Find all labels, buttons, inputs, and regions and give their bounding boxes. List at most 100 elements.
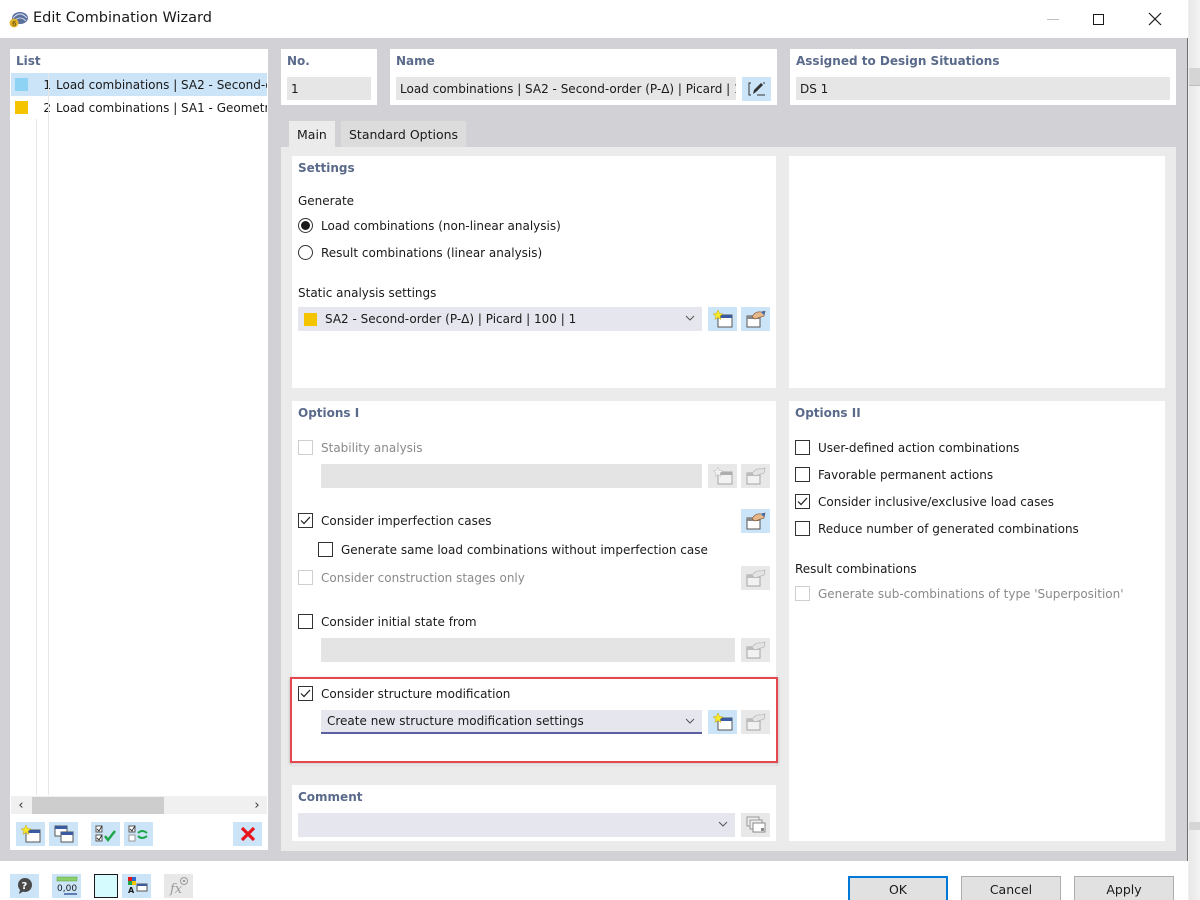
color-swatch [15, 101, 28, 114]
list-item-label: Load combinations | SA1 - Geometrically … [56, 100, 267, 115]
delete-button[interactable] [233, 822, 262, 846]
check-all-icon [95, 825, 116, 843]
sub-combinations-checkbox[interactable]: Generate sub-combinations of type 'Super… [795, 586, 1124, 601]
cancel-button[interactable]: Cancel [961, 876, 1061, 900]
chevron-down-icon [718, 821, 728, 827]
static-analysis-label: Static analysis settings [298, 286, 437, 300]
stability-analysis-dropdown [321, 464, 702, 488]
list-item[interactable]: 1 Load combinations | SA2 - Second-order… [11, 73, 267, 96]
units-button[interactable]: 0,00 [52, 874, 81, 898]
button-label: Cancel [989, 881, 1033, 897]
checkmark-icon [797, 497, 808, 506]
checkbox-label: Favorable permanent actions [818, 467, 994, 482]
maximize-icon [1092, 13, 1104, 25]
display-settings-icon: A [127, 877, 147, 895]
checkmark-icon [300, 516, 311, 525]
new-structure-modification-button[interactable] [708, 710, 737, 734]
list-item-label: Load combinations | SA2 - Second-order (… [56, 77, 267, 92]
checkbox[interactable] [298, 570, 313, 585]
formula-button[interactable]: fx [164, 874, 193, 898]
design-situations-field[interactable]: DS 1 [796, 77, 1170, 100]
checkbox[interactable] [795, 467, 810, 482]
scrollbar-thumb[interactable] [32, 797, 164, 814]
inclusive-exclusive-checkbox[interactable]: Consider inclusive/exclusive load cases [795, 494, 1054, 509]
checkbox[interactable] [298, 440, 313, 455]
copy-item-button[interactable] [49, 822, 78, 846]
edit-hand-icon [746, 641, 765, 659]
initial-state-checkbox[interactable]: Consider initial state from [298, 614, 477, 629]
generate-label: Generate [298, 194, 355, 208]
new-static-analysis-button[interactable] [708, 307, 737, 331]
checkbox[interactable] [298, 614, 313, 629]
checkbox-label: Consider imperfection cases [321, 513, 492, 528]
name-field[interactable]: Load combinations | SA2 - Second-order (… [396, 77, 736, 100]
construction-stages-checkbox[interactable]: Consider construction stages only [298, 570, 525, 585]
new-item-button[interactable] [16, 822, 45, 846]
list-item[interactable]: 2 Load combinations | SA1 - Geometricall… [11, 96, 267, 119]
checkbox[interactable] [795, 440, 810, 455]
tab-label: Standard Options [349, 126, 459, 142]
number-field[interactable]: 1 [287, 77, 371, 100]
color-swatch [15, 78, 28, 91]
name-value: Load combinations | SA2 - Second-order (… [400, 81, 736, 96]
edit-name-button[interactable] [742, 77, 771, 101]
color-button[interactable] [94, 874, 118, 898]
design-situations-panel: Assigned to Design Situations DS 1 [790, 49, 1176, 105]
svg-text:A: A [128, 886, 135, 895]
checkbox-label: Stability analysis [321, 440, 423, 455]
toggle-check-icon [128, 825, 148, 842]
check-all-button[interactable] [91, 822, 120, 846]
radio-button[interactable] [298, 245, 313, 260]
display-settings-button[interactable]: A [122, 874, 151, 898]
radio-button[interactable] [298, 218, 313, 233]
edit-pencil-icon [748, 82, 765, 96]
imperfection-cases-checkbox[interactable]: Consider imperfection cases [298, 513, 491, 528]
comment-input[interactable] [298, 813, 735, 837]
checkbox[interactable] [298, 686, 313, 701]
close-button[interactable] [1132, 0, 1178, 38]
chevron-down-icon [685, 718, 695, 724]
user-defined-actions-checkbox[interactable]: User-defined action combinations [795, 440, 1019, 455]
scroll-left-icon[interactable]: ‹ [11, 796, 31, 814]
stability-analysis-checkbox[interactable]: Stability analysis [298, 440, 423, 455]
scroll-right-icon[interactable]: › [247, 796, 267, 814]
checkbox[interactable] [298, 513, 313, 528]
edit-hand-icon [746, 310, 765, 328]
favorable-permanent-checkbox[interactable]: Favorable permanent actions [795, 467, 993, 482]
help-button[interactable]: ? [10, 874, 39, 898]
tab-standard-options[interactable]: Standard Options [341, 121, 467, 147]
static-analysis-dropdown[interactable]: SA2 - Second-order (P-Δ) | Picard | 100 … [298, 307, 702, 331]
comment-library-button[interactable] [741, 813, 770, 837]
comment-title: Comment [298, 790, 363, 804]
toggle-check-button[interactable] [124, 822, 153, 846]
radio-result-combinations[interactable]: Result combinations (linear analysis) [298, 245, 542, 260]
tab-main[interactable]: Main [289, 121, 335, 147]
edit-imperfection-button[interactable] [741, 509, 770, 533]
checkbox-label: User-defined action combinations [818, 440, 1020, 455]
checkbox[interactable] [318, 542, 333, 557]
background-window-edge [1189, 0, 1200, 900]
column-divider [48, 73, 49, 795]
radio-load-combinations[interactable]: Load combinations (non-linear analysis) [298, 218, 561, 233]
wizard-app-icon: 6 [9, 12, 28, 28]
edit-static-analysis-button[interactable] [741, 307, 770, 331]
ok-button[interactable]: OK [848, 876, 948, 900]
maximize-button[interactable] [1075, 0, 1121, 38]
reduce-combinations-checkbox[interactable]: Reduce number of generated combinations [795, 521, 1079, 536]
checkbox-label: Generate same load combinations without … [341, 542, 708, 557]
settings-section: Settings Generate Load combinations (non… [292, 156, 776, 388]
checkbox-label: Generate sub-combinations of type 'Super… [818, 586, 1124, 601]
checkbox[interactable] [795, 494, 810, 509]
structure-modification-checkbox[interactable]: Consider structure modification [298, 686, 510, 701]
structure-modification-dropdown[interactable]: Create new structure modification settin… [321, 710, 702, 734]
minimize-icon [1047, 18, 1059, 20]
options-i-section: Options I Stability analysis Consider im… [292, 401, 776, 765]
horizontal-scrollbar[interactable]: ‹ › [11, 796, 267, 814]
title-bar: 6 Edit Combination Wizard [0, 0, 1188, 38]
apply-button[interactable]: Apply [1074, 876, 1174, 900]
checkbox[interactable] [795, 521, 810, 536]
checkbox[interactable] [795, 586, 810, 601]
generate-same-checkbox[interactable]: Generate same load combinations without … [318, 542, 708, 557]
minimize-button[interactable] [1030, 0, 1076, 38]
edit-construction-button [741, 566, 770, 590]
